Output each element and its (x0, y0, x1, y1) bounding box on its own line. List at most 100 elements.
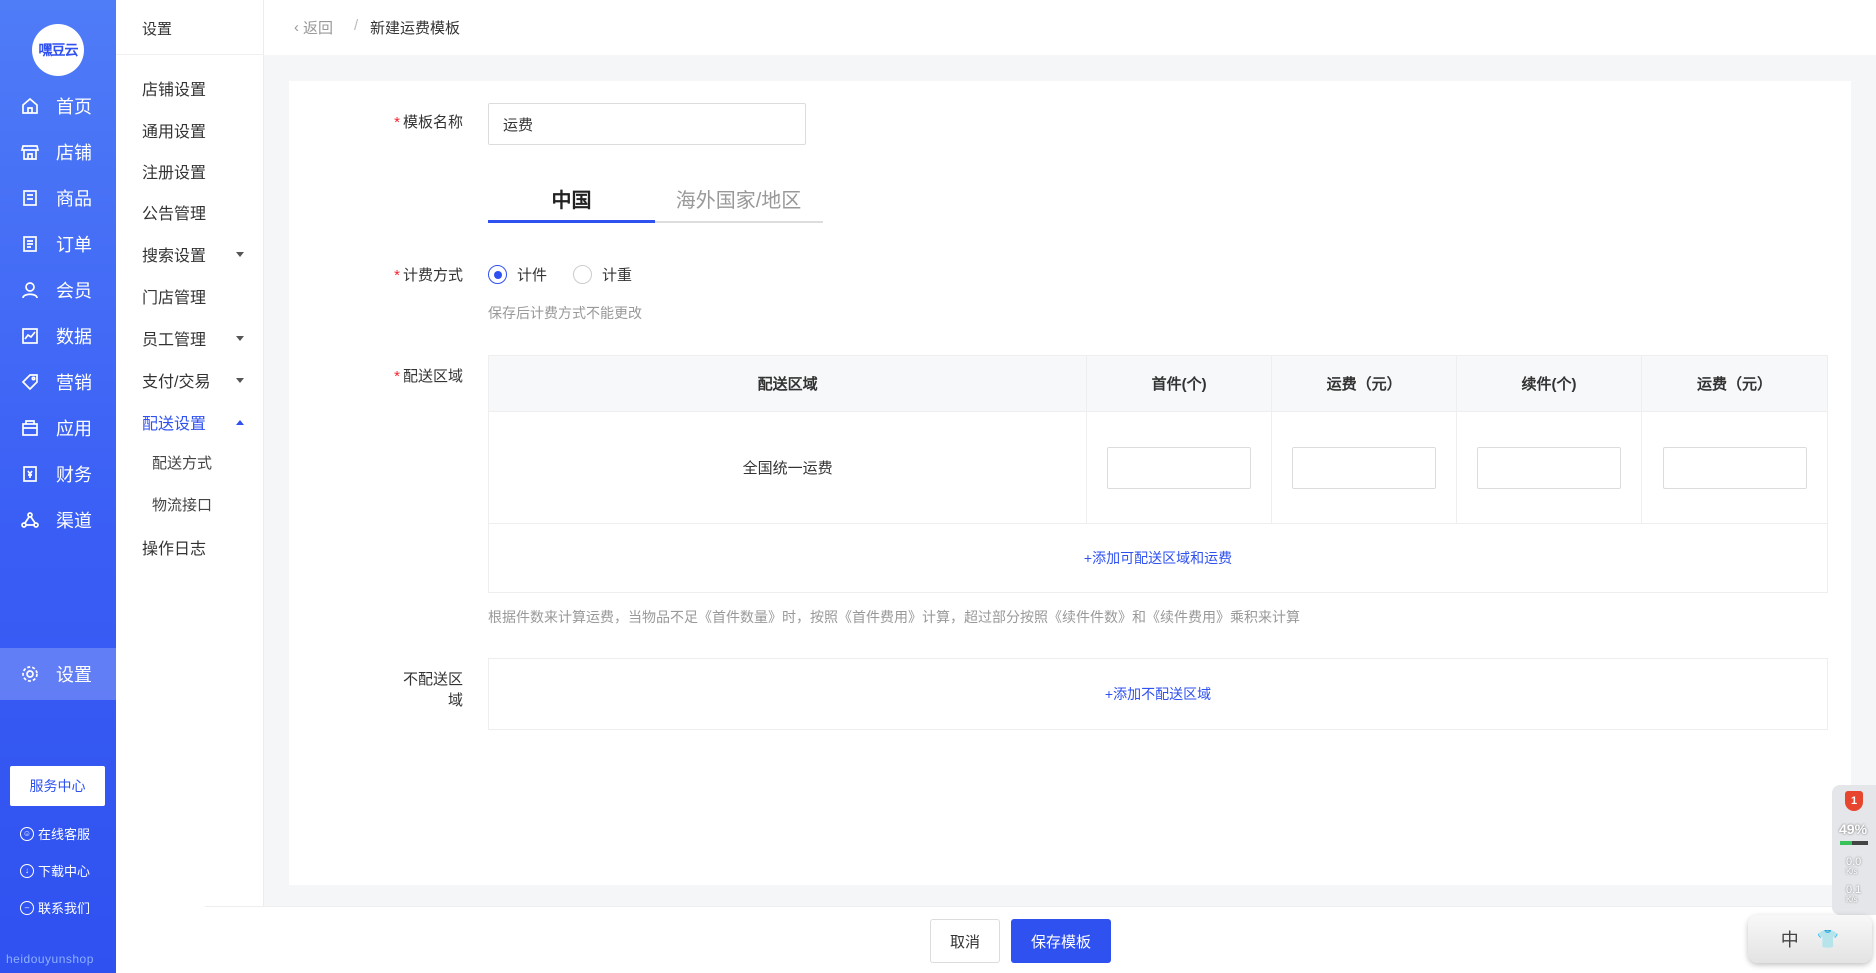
template-name-label: * 模板名称 (389, 111, 463, 132)
billing-method-label: * 计费方式 (389, 264, 463, 285)
column-header: 运费（元） (1641, 355, 1828, 412)
sidebar-subitem-delivery-method[interactable]: 配送方式 (152, 452, 212, 473)
billing-rule-hint: 根据件数来计算运费，当物品不足《首件数量》时，按照《首件费用》计算，超过部分按照… (488, 609, 1300, 625)
cpu-percent: 49% (1839, 821, 1868, 837)
goods-icon (20, 188, 40, 208)
nav-finance[interactable]: 财务 (0, 448, 116, 500)
template-name-input[interactable]: 运费 (488, 103, 806, 145)
sidebar-item-staff-management[interactable]: 员工管理 (142, 326, 252, 350)
sidebar-item-label: 门店管理 (142, 290, 207, 307)
user-icon (20, 280, 40, 300)
radio-label: 计重 (602, 267, 633, 284)
usage-bar (1840, 841, 1868, 845)
radio-label: 计件 (517, 267, 548, 284)
sidebar-subitem-logistics-api[interactable]: 物流接口 (152, 494, 212, 515)
divider (116, 54, 264, 55)
sidebar-item-delivery-settings[interactable]: 配送设置 (142, 410, 252, 434)
usage-bar-fill (1840, 841, 1852, 845)
nav-order-label: 订单 (56, 235, 92, 255)
back-label: 返回 (303, 20, 334, 37)
chat-icon: – (20, 900, 34, 915)
contact-us-link[interactable]: – 联系我们 (20, 898, 90, 917)
add-no-delivery-area-button[interactable]: +添加不配送区域 (488, 658, 1828, 730)
nav-channel[interactable]: 渠道 (0, 494, 116, 546)
sidebar-item-announcements[interactable]: 公告管理 (142, 200, 252, 224)
billing-by-piece-radio[interactable]: 计件 (488, 264, 547, 285)
nav-member[interactable]: 会员 (0, 264, 116, 316)
extra-fee-input[interactable] (1662, 446, 1807, 489)
finance-icon (20, 464, 40, 484)
system-monitor-widget[interactable]: 1 49% 0.0 K/s 0.1 K/s (1832, 785, 1876, 915)
ime-toolbar[interactable]: 中 👕 (1748, 915, 1872, 963)
billing-by-weight-radio[interactable]: 计重 (573, 264, 632, 285)
label-text: 计费方式 (402, 267, 463, 284)
top-bar: ‹ 返回 / 新建运费模板 (264, 0, 1876, 55)
shirt-icon[interactable]: 👕 (1817, 929, 1839, 950)
sidebar-item-search-settings[interactable]: 搜索设置 (142, 242, 252, 266)
chevron-left-icon: ‹ (294, 19, 299, 36)
nav-goods[interactable]: 商品 (0, 172, 116, 224)
download-speed: 0.1 K/s (1846, 885, 1861, 905)
form-card: * 模板名称 运费 中国 海外国家/地区 * 计费方式 计件 计重 保存后计费方式不… (289, 81, 1851, 885)
sidebar-item-label: 注册设置 (142, 165, 207, 182)
channel-icon (20, 510, 40, 530)
back-link[interactable]: ‹ 返回 (294, 17, 333, 38)
first-count-cell (1086, 411, 1273, 524)
no-delivery-area-label: 不配送区域 (402, 671, 463, 709)
cancel-button[interactable]: 取消 (930, 919, 1000, 963)
first-fee-input[interactable] (1292, 446, 1437, 489)
online-service-link[interactable]: ☺ 在线客服 (20, 824, 90, 843)
secondary-sidebar: 设置 店铺设置 通用设置 注册设置 公告管理 搜索设置 门店管理 员工管理 支付… (116, 0, 264, 973)
home-icon (20, 96, 40, 116)
download-center-label: 下载中心 (38, 864, 91, 879)
first-fee-cell (1271, 411, 1458, 524)
nav-store[interactable]: 店铺 (0, 126, 116, 178)
service-center-button[interactable]: 服务中心 (10, 766, 105, 806)
nav-app[interactable]: 应用 (0, 402, 116, 454)
tab-overseas[interactable]: 海外国家/地区 (655, 181, 822, 221)
sidebar-item-label: 支付/交易 (142, 374, 211, 391)
column-header: 续件(个) (1456, 355, 1643, 412)
extra-count-input[interactable] (1477, 446, 1622, 489)
chevron-down-icon (236, 335, 244, 341)
nav-marketing[interactable]: 营销 (0, 356, 116, 408)
sidebar-item-label: 配送设置 (142, 416, 207, 433)
sidebar-item-label: 搜索设置 (142, 248, 207, 265)
contact-us-label: 联系我们 (38, 901, 91, 916)
nav-settings[interactable]: 设置 (0, 648, 116, 700)
chevron-up-icon (236, 419, 244, 425)
nav-home[interactable]: 首页 (0, 80, 116, 132)
radio-checked-icon (488, 265, 507, 284)
sidebar-item-operation-log[interactable]: 操作日志 (142, 535, 252, 559)
sidebar-item-payment[interactable]: 支付/交易 (142, 368, 252, 392)
breadcrumb-separator: / (354, 17, 359, 34)
radio-unchecked-icon (573, 265, 592, 284)
nav-home-label: 首页 (56, 97, 92, 117)
sidebar-item-store-management[interactable]: 门店管理 (142, 284, 252, 308)
nav-goods-label: 商品 (56, 189, 92, 209)
download-center-link[interactable]: ↓ 下载中心 (20, 861, 90, 880)
nav-order[interactable]: 订单 (0, 218, 116, 270)
brand-logo[interactable]: 嘿豆云 (32, 24, 84, 76)
label-text: 配送区域 (402, 368, 463, 385)
sidebar-item-store-settings[interactable]: 店铺设置 (142, 76, 252, 100)
save-template-button[interactable]: 保存模板 (1011, 919, 1111, 963)
sidebar-item-general-settings[interactable]: 通用设置 (142, 118, 252, 142)
chevron-down-icon (236, 377, 244, 383)
store-icon (20, 142, 40, 162)
tab-china[interactable]: 中国 (488, 181, 655, 221)
ime-language[interactable]: 中 (1781, 926, 1799, 952)
required-mark: * (394, 114, 400, 131)
add-delivery-area-button[interactable]: +添加可配送区域和运费 (488, 523, 1828, 593)
order-icon (20, 234, 40, 254)
upload-speed: 0.0 K/s (1846, 857, 1861, 877)
download-icon: ↓ (20, 863, 34, 878)
nav-data[interactable]: 数据 (0, 310, 116, 362)
column-header: 配送区域 (488, 355, 1088, 412)
sidebar-item-label: 员工管理 (142, 332, 207, 349)
first-count-input[interactable] (1107, 446, 1252, 489)
sidebar-item-label: 通用设置 (142, 124, 207, 141)
sidebar-item-register-settings[interactable]: 注册设置 (142, 159, 252, 183)
nav-marketing-label: 营销 (56, 373, 92, 393)
delivery-area-label: * 配送区域 (389, 365, 463, 386)
